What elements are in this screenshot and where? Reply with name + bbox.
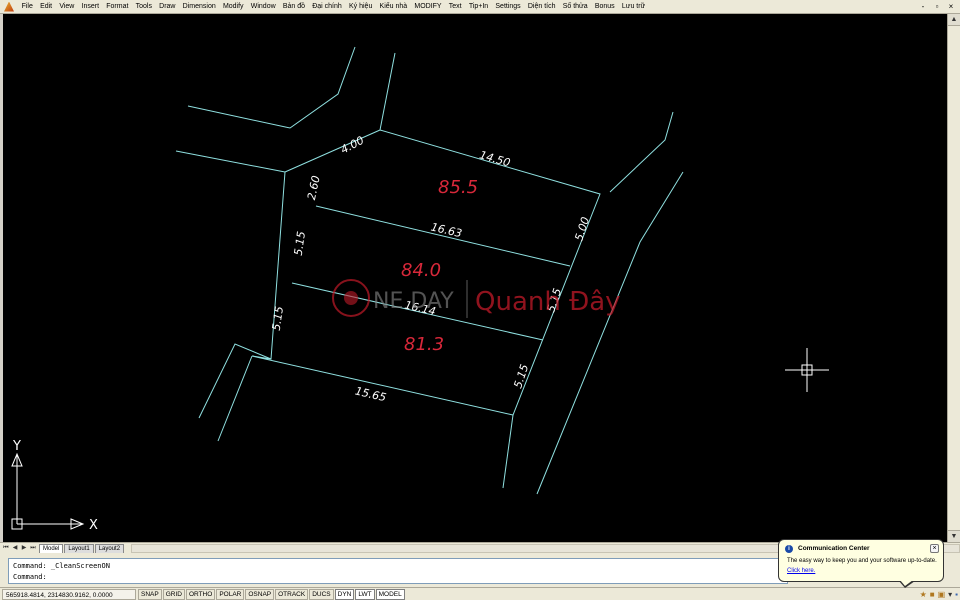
ducs-toggle[interactable]: DUCS bbox=[309, 588, 334, 600]
bubble-title: Communication Center bbox=[798, 545, 870, 552]
watermark-brand-b: Quanh Đây bbox=[475, 287, 621, 317]
menu-dien-tich[interactable]: Diện tích bbox=[524, 3, 559, 10]
road-line bbox=[502, 414, 514, 489]
command-prompt: Command: bbox=[13, 573, 47, 581]
menu-ky-hieu[interactable]: Ký hiệu bbox=[345, 3, 376, 10]
menu-settings[interactable]: Settings bbox=[492, 3, 524, 10]
otrack-toggle[interactable]: OTRACK bbox=[275, 588, 309, 600]
lock-tray-icon[interactable]: ■ bbox=[930, 590, 935, 599]
next-tab-icon[interactable]: ▶ bbox=[20, 544, 28, 553]
drawing-svg: 4.00 14.50 2.60 5.00 16.63 5.15 5.15 16.… bbox=[11, 46, 829, 533]
communication-center-bubble: i Communication Center × The easy way to… bbox=[778, 539, 944, 588]
dimension-label: 14.50 bbox=[478, 148, 512, 169]
dimension-label: 2.60 bbox=[305, 174, 323, 201]
snap-toggle[interactable]: SNAP bbox=[138, 588, 162, 600]
polar-toggle[interactable]: POLAR bbox=[216, 588, 245, 600]
command-history-line: Command: _CleanScreenON bbox=[13, 562, 110, 570]
last-tab-icon[interactable]: ⏭ bbox=[29, 544, 37, 553]
menu-modify[interactable]: Modify bbox=[219, 3, 247, 10]
tab-nav: ⏮ ◀ ▶ ⏭ bbox=[2, 544, 37, 553]
ucs-y-label: Y bbox=[12, 439, 21, 454]
osnap-toggle[interactable]: OSNAP bbox=[245, 588, 275, 600]
autocad-window: File Edit View Insert Format Tools Draw … bbox=[0, 0, 960, 600]
status-bar: 565918.4814, 2314830.9162, 0.0000 SNAP G… bbox=[0, 587, 960, 600]
area-label-top: 85.5 bbox=[438, 177, 478, 198]
tab-layout1[interactable]: Layout1 bbox=[64, 544, 94, 553]
crosshair-cursor-icon bbox=[785, 348, 829, 392]
menu-bonus[interactable]: Bonus bbox=[591, 3, 618, 10]
watermark-logo-dot bbox=[344, 291, 358, 305]
scroll-up-arrow-icon[interactable]: ▲ bbox=[948, 14, 960, 26]
menu-file[interactable]: File bbox=[18, 3, 36, 10]
menu-edit[interactable]: Edit bbox=[36, 3, 55, 10]
clean-screen-tray-icon[interactable]: ▪ bbox=[955, 590, 958, 599]
dimension-label: 5.00 bbox=[572, 215, 592, 242]
menu-tools[interactable]: Tools bbox=[132, 3, 156, 10]
prev-tab-icon[interactable]: ◀ bbox=[11, 544, 19, 553]
menu-bar: File Edit View Insert Format Tools Draw … bbox=[0, 0, 960, 14]
menu-format[interactable]: Format bbox=[103, 3, 132, 10]
vertical-scrollbar[interactable]: ▲ ▼ bbox=[947, 14, 960, 542]
annotation-tray-icon[interactable]: ▣ bbox=[938, 590, 946, 599]
autocad-logo-icon[interactable] bbox=[4, 1, 14, 12]
watermark-brand-a: NE DAY bbox=[373, 289, 454, 314]
area-label-bottom: 81.3 bbox=[404, 334, 444, 355]
dimension-label: 5.15 bbox=[292, 230, 308, 256]
menu-so-thua[interactable]: Số thửa bbox=[559, 3, 591, 10]
dimension-label: 4.00 bbox=[339, 134, 367, 157]
menu-window[interactable]: Window bbox=[247, 3, 279, 10]
menu-dimension[interactable]: Dimension bbox=[179, 3, 219, 10]
model-toggle[interactable]: MODEL bbox=[375, 588, 405, 600]
grid-toggle[interactable]: GRID bbox=[162, 588, 185, 600]
status-tray: ★ ■ ▣ ▾ ▪ bbox=[920, 588, 958, 600]
menu-text[interactable]: Text bbox=[445, 3, 465, 10]
restore-button[interactable]: ▫ bbox=[932, 1, 942, 12]
minimize-button[interactable]: - bbox=[918, 1, 928, 12]
menu-kieu-nha[interactable]: Kiểu nhà bbox=[376, 3, 411, 10]
menu-ban-do[interactable]: Bản đồ bbox=[279, 3, 308, 10]
bubble-tail-fill bbox=[900, 580, 913, 586]
info-icon: i bbox=[785, 545, 793, 553]
road-line bbox=[187, 46, 356, 129]
menu-view[interactable]: View bbox=[56, 3, 78, 10]
command-line[interactable]: Command: _CleanScreenON Command: bbox=[8, 558, 788, 584]
tray-menu-arrow-icon[interactable]: ▾ bbox=[948, 590, 952, 599]
window-controls: - ▫ × bbox=[918, 1, 956, 12]
bubble-link[interactable]: Click here. bbox=[787, 568, 815, 574]
ucs-x-label: X bbox=[89, 518, 98, 533]
ucs-icon: Y X bbox=[11, 439, 98, 533]
bubble-message: The easy way to keep you and your softwa… bbox=[787, 558, 937, 564]
tab-layout2[interactable]: Layout2 bbox=[94, 544, 125, 553]
coordinates-readout: 565918.4814, 2314830.9162, 0.0000 bbox=[2, 588, 136, 600]
watermark: NE DAY Quanh Đây bbox=[332, 279, 621, 318]
road-line bbox=[379, 52, 396, 131]
area-label-middle: 84.0 bbox=[401, 260, 441, 281]
bubble-close-button[interactable]: × bbox=[930, 544, 939, 553]
dyn-toggle[interactable]: DYN bbox=[334, 588, 355, 600]
menu-draw[interactable]: Draw bbox=[156, 3, 180, 10]
ortho-toggle[interactable]: ORTHO bbox=[185, 588, 216, 600]
menu-modify-custom[interactable]: MODIFY bbox=[411, 3, 445, 10]
close-button[interactable]: × bbox=[946, 1, 956, 12]
road-line bbox=[198, 343, 272, 419]
comm-center-tray-icon[interactable]: ★ bbox=[920, 590, 927, 599]
scroll-down-arrow-icon[interactable]: ▼ bbox=[948, 530, 960, 542]
road-line bbox=[175, 150, 286, 173]
menu-tip-in[interactable]: Tip+In bbox=[465, 3, 492, 10]
drawing-canvas[interactable]: 4.00 14.50 2.60 5.00 16.63 5.15 5.15 16.… bbox=[3, 14, 947, 542]
menu-insert[interactable]: Insert bbox=[78, 3, 103, 10]
dimension-label: 5.15 bbox=[270, 305, 286, 331]
road-line bbox=[536, 171, 684, 495]
road-line bbox=[609, 111, 674, 193]
dimension-label: 15.65 bbox=[354, 385, 388, 405]
tab-model[interactable]: Model bbox=[39, 544, 64, 553]
menu-luu-tru[interactable]: Lưu trữ bbox=[618, 3, 649, 10]
lwt-toggle[interactable]: LWT bbox=[355, 588, 375, 600]
first-tab-icon[interactable]: ⏮ bbox=[2, 544, 10, 553]
menu-dai-chinh[interactable]: Đại chính bbox=[309, 3, 346, 10]
